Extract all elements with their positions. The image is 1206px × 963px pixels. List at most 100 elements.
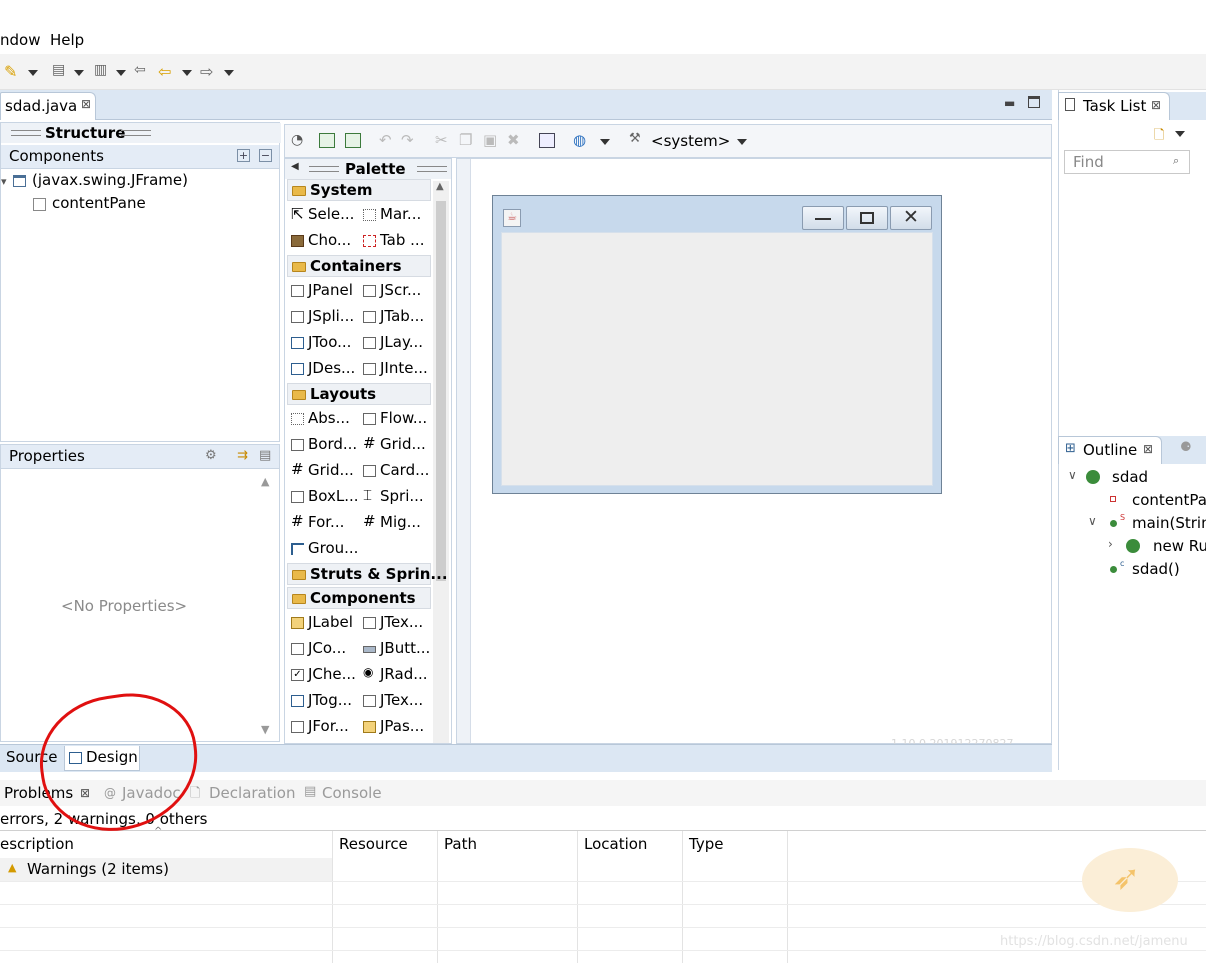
palette-item[interactable]: # Grid... <box>287 459 359 483</box>
copy-icon[interactable]: ❐ <box>459 131 472 149</box>
outline-item[interactable]: contentPa <box>1066 490 1206 512</box>
palette-item[interactable]: # Mig... <box>359 511 431 535</box>
preferences-icon[interactable] <box>539 133 555 148</box>
chevron-down-icon[interactable] <box>224 70 234 76</box>
palette-item[interactable]: Grou... <box>287 537 359 561</box>
show-source-icon[interactable] <box>319 133 335 148</box>
chevron-down-icon[interactable] <box>737 139 747 145</box>
redo-icon[interactable]: ↷ <box>401 131 414 149</box>
palette-item[interactable]: BoxL... <box>287 485 359 509</box>
palette-item[interactable]: JSpli... <box>287 305 359 329</box>
delete-icon[interactable]: ✖ <box>507 131 520 149</box>
tab-outline[interactable]: ⊞ Outline ⊠ <box>1058 436 1162 464</box>
palette-item[interactable]: JLabel <box>287 611 359 635</box>
palette-item[interactable]: JPas... <box>359 715 431 739</box>
table-row[interactable]: ▲ Warnings (2 items) <box>0 858 332 882</box>
palette-item[interactable]: JScr... <box>359 279 431 303</box>
palette-item[interactable]: JPanel <box>287 279 359 303</box>
palette-item[interactable]: Abs... <box>287 407 359 431</box>
column-header-resource[interactable]: Resource <box>339 835 408 853</box>
palette-item[interactable]: ⌶ Spri... <box>359 485 431 509</box>
palette-category-struts[interactable]: Struts & Sprin... <box>287 563 448 585</box>
palette-item[interactable]: JDes... <box>287 357 359 381</box>
close-icon[interactable]: ⊠ <box>1151 98 1161 112</box>
palette-item[interactable]: # For... <box>287 511 359 535</box>
undo-icon[interactable]: ↶ <box>379 131 392 149</box>
show-advanced-icon[interactable]: ⇉ <box>237 448 248 463</box>
column-header-description[interactable]: escription <box>0 835 74 853</box>
tab-console[interactable]: Console <box>322 784 382 802</box>
outline-item[interactable]: c sdad() <box>1066 559 1206 581</box>
palette-item[interactable]: ⇱ Sele... <box>287 203 359 227</box>
palette-item[interactable]: Flow... <box>359 407 431 431</box>
palette-item[interactable]: JTog... <box>287 689 359 713</box>
palette-item[interactable]: # Grid... <box>359 433 431 457</box>
column-header-type[interactable]: Type <box>689 835 723 853</box>
palette-item[interactable]: Tab ... <box>359 229 431 253</box>
palette-category-layouts[interactable]: Layouts <box>287 383 431 405</box>
paste-icon[interactable]: ▣ <box>483 131 497 149</box>
new-task-icon[interactable]: 🗋 <box>1154 126 1164 148</box>
close-icon[interactable]: ⊠ <box>1143 442 1153 456</box>
test-gui-icon[interactable]: ◔ <box>291 132 303 148</box>
palette-item[interactable]: JButt... <box>359 637 431 661</box>
palette-item[interactable]: ◉ JRad... <box>359 663 431 687</box>
palette-item[interactable]: Cho... <box>287 229 359 253</box>
globe-icon[interactable]: ◍ <box>573 131 586 149</box>
palette-item[interactable]: JLay... <box>359 331 431 355</box>
back-arrow-icon[interactable]: ⇦ <box>158 62 171 81</box>
palette-item[interactable]: JTab... <box>359 305 431 329</box>
outline-item[interactable]: ∨ sdad <box>1066 466 1206 490</box>
chevron-down-icon[interactable] <box>1175 131 1185 137</box>
refresh-icon[interactable] <box>345 133 361 148</box>
palette-item[interactable]: JTex... <box>359 611 431 635</box>
palette-item[interactable]: Mar... <box>359 203 431 227</box>
wand-icon[interactable]: ✎ <box>4 62 17 81</box>
editor-tab[interactable]: sdad.java ⊠ <box>0 92 96 120</box>
palette-category-containers[interactable]: Containers <box>287 255 431 277</box>
content-pane-preview[interactable] <box>501 232 933 486</box>
next-annotation-icon[interactable]: ▥ <box>94 62 107 78</box>
palette-item[interactable]: JFor... <box>287 715 359 739</box>
palette-scrollbar[interactable]: ▲ <box>433 181 449 743</box>
menu-help[interactable]: Help <box>50 31 84 49</box>
palette-item[interactable]: JTex... <box>359 689 431 713</box>
forward-arrow-icon[interactable]: ⇨ <box>200 62 213 81</box>
palette-item[interactable]: JInte... <box>359 357 431 381</box>
palette-item[interactable]: Card... <box>359 459 431 483</box>
chevron-down-icon[interactable] <box>116 70 126 76</box>
tab-declaration[interactable]: Declaration <box>209 784 295 802</box>
outline-item[interactable]: ∨ S main(Strin <box>1066 513 1206 535</box>
palette-category-system[interactable]: System <box>287 179 431 201</box>
palette-item[interactable]: ✓ JChe... <box>287 663 359 687</box>
collapse-all-icon[interactable]: − <box>259 149 272 162</box>
close-icon[interactable]: ⊠ <box>81 97 91 111</box>
look-and-feel-select[interactable]: <system> <box>651 132 730 150</box>
palette-item[interactable]: JCo... <box>287 637 359 661</box>
tab-task-list[interactable]: Task List ⊠ <box>1058 92 1170 120</box>
column-header-path[interactable]: Path <box>444 835 477 853</box>
frame-close-button[interactable]: ✕ <box>890 206 932 230</box>
scroll-up-icon[interactable]: ▲ <box>436 181 444 192</box>
find-input[interactable]: Find ⌕ <box>1064 150 1190 174</box>
cut-icon[interactable]: ✂ <box>435 131 448 149</box>
jframe-preview[interactable]: ☕ ✕ <box>492 195 942 494</box>
scroll-thumb[interactable] <box>436 201 446 581</box>
scroll-down-icon[interactable]: ▼ <box>261 723 269 736</box>
chevron-down-icon[interactable] <box>182 70 192 76</box>
frame-minimize-button[interactable] <box>802 206 844 230</box>
chevron-down-icon[interactable] <box>74 70 84 76</box>
annotation-icon[interactable]: ▤ <box>52 62 65 78</box>
group-icon[interactable]: ⚈ <box>1180 440 1192 455</box>
last-edit-icon[interactable]: ⇦ <box>134 62 146 78</box>
menu-window[interactable]: ndow <box>0 31 40 49</box>
menu-icon[interactable]: ▤ <box>259 448 271 463</box>
outline-item[interactable]: › new Ru <box>1066 536 1206 558</box>
frame-maximize-button[interactable] <box>846 206 888 230</box>
scroll-up-icon[interactable]: ▲ <box>261 475 269 488</box>
collapse-palette-icon[interactable]: ◀ <box>291 161 299 172</box>
minimize-icon[interactable]: ▬ <box>1004 96 1016 110</box>
palette-item[interactable]: JToo... <box>287 331 359 355</box>
chevron-down-icon[interactable] <box>28 70 38 76</box>
palette-item[interactable]: Bord... <box>287 433 359 457</box>
